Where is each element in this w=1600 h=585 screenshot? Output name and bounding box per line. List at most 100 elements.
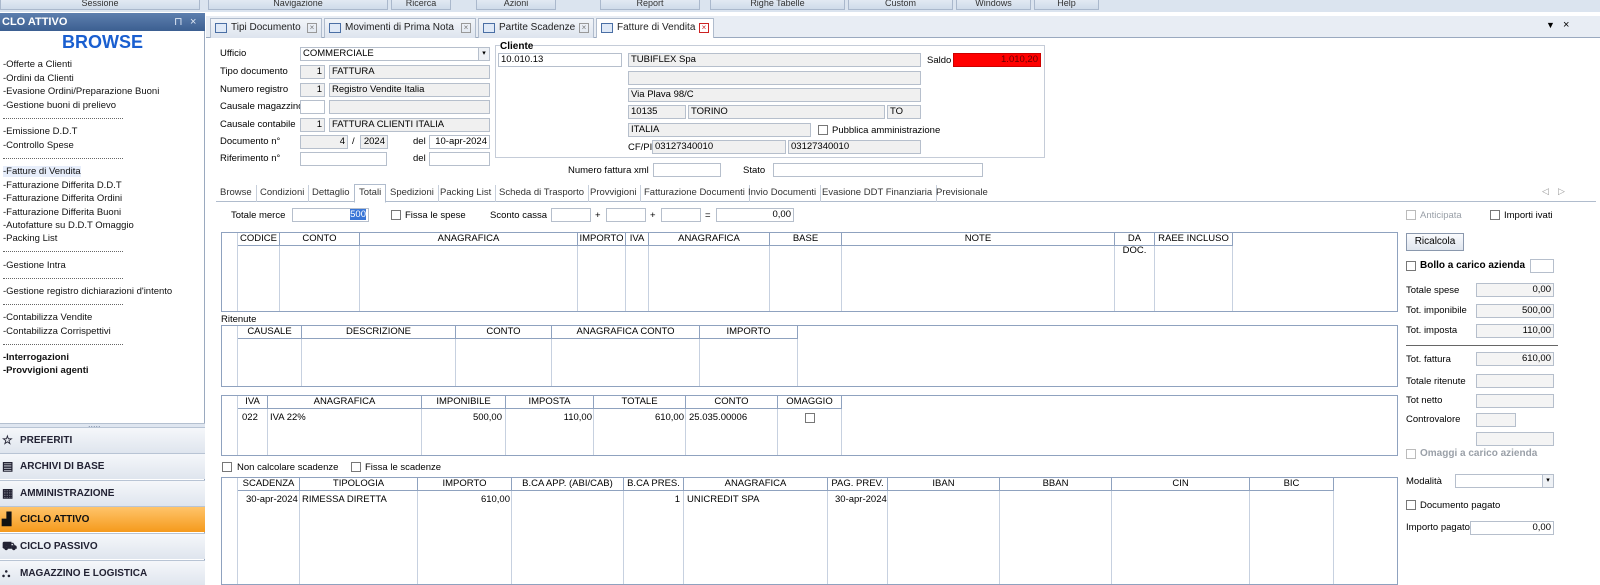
nav-item-interrogazioni[interactable]: -Interrogazioni (3, 352, 69, 363)
ritenute-grid[interactable]: CAUSALE DESCRIZIONE CONTO ANAGRAFICA CON… (221, 325, 1398, 387)
col-header[interactable]: TIPOLOGIA (300, 478, 418, 491)
sconto-input-3[interactable] (661, 208, 701, 222)
nav-item[interactable]: -Contabilizza Corrispettivi (3, 326, 111, 337)
subtab-invio[interactable]: Invio Documenti (744, 185, 822, 202)
nav-item[interactable]: -Controllo Spese (3, 140, 74, 151)
iva-grid[interactable]: IVA ANAGRAFICA IMPONIBILE IMPOSTA TOTALE… (221, 395, 1398, 456)
subtab-dettaglio[interactable]: Dettaglio (308, 185, 355, 202)
nav-item[interactable]: -Contabilizza Vendite (3, 312, 92, 323)
section-ciclo-passivo[interactable]: ⛟ CICLO PASSIVO (0, 533, 205, 559)
non-calc-checkbox[interactable] (222, 462, 232, 472)
col-header[interactable]: SCADENZA (238, 478, 300, 491)
nav-item[interactable]: -Packing List (3, 233, 57, 244)
menu-windows[interactable]: Windows (956, 0, 1031, 10)
menu-ricerca[interactable]: Ricerca (391, 0, 451, 10)
scadenze-grid[interactable]: SCADENZA TIPOLOGIA IMPORTO B.CA APP. (AB… (221, 477, 1398, 585)
rif-date-input[interactable] (429, 152, 490, 166)
col-header[interactable]: BASE (770, 233, 842, 246)
col-header[interactable]: CONTO (686, 396, 778, 409)
col-header[interactable]: DESCRIZIONE (302, 326, 456, 339)
col-header[interactable]: IMPOSTA (506, 396, 594, 409)
menu-sessione[interactable]: Sessione (0, 0, 200, 10)
tab-partite[interactable]: Partite Scadenze × (478, 18, 594, 38)
tabs-close-icon[interactable]: × (1563, 19, 1569, 31)
subtab-previsionale[interactable]: Previsionale (932, 185, 992, 202)
col-header[interactable]: CODICE (238, 233, 280, 246)
spese-grid[interactable]: CODICE CONTO ANAGRAFICA IMPORTO IVA ANAG… (221, 232, 1398, 312)
sconto-input-2[interactable] (606, 208, 646, 222)
fissa-spese-checkbox[interactable] (391, 210, 401, 220)
col-header[interactable]: IMPORTO (700, 326, 798, 339)
tab-movimenti[interactable]: Movimenti di Prima Nota × (324, 18, 476, 38)
nav-item[interactable]: -Autofatture su D.D.T Omaggio (3, 220, 134, 231)
nav-item[interactable]: -Emissione D.D.T (3, 126, 77, 137)
col-header[interactable]: IMPONIBILE (422, 396, 506, 409)
doc-date-input[interactable]: 10-apr-2024 (429, 135, 490, 149)
close-icon[interactable]: × (190, 13, 196, 31)
subtab-condizioni[interactable]: Condizioni (256, 185, 310, 202)
col-header[interactable]: CONTO (456, 326, 552, 339)
menu-help[interactable]: Help (1034, 0, 1099, 10)
nav-item[interactable]: -Evasione Ordini/Preparazione Buoni (3, 86, 159, 97)
pa-checkbox[interactable] (818, 125, 828, 135)
nav-item[interactable]: -Fatturazione Differita Buoni (3, 207, 121, 218)
nav-item-fatture-vendita[interactable]: -Fatture di Vendita (3, 166, 81, 177)
nav-item[interactable]: -Fatturazione Differita Ordini (3, 193, 122, 204)
tab-close-icon[interactable]: × (461, 23, 471, 33)
bollo-input[interactable] (1530, 259, 1554, 273)
xml-input[interactable] (653, 163, 721, 177)
nav-item[interactable]: -Gestione Intra (3, 260, 66, 271)
caus-cont-code[interactable]: 1 (300, 118, 325, 132)
col-header[interactable]: IBAN (888, 478, 1000, 491)
caus-mag-code[interactable] (300, 100, 325, 114)
subtab-browse[interactable]: Browse (216, 185, 257, 202)
menu-navigazione[interactable]: Navigazione (208, 0, 388, 10)
tab-close-icon[interactable]: × (579, 23, 589, 33)
section-archivi[interactable]: ▤ ARCHIVI DI BASE (0, 453, 205, 479)
col-header[interactable]: CIN (1112, 478, 1250, 491)
menu-report[interactable]: Report (600, 0, 700, 10)
col-header[interactable]: BIC (1250, 478, 1334, 491)
doc-pagato-checkbox[interactable] (1406, 500, 1416, 510)
col-header[interactable]: PAG. PREV. (828, 478, 888, 491)
fissa-scad-checkbox[interactable] (351, 462, 361, 472)
omaggio-checkbox[interactable] (805, 413, 815, 423)
scroll-right-icon[interactable]: ▷ (1558, 186, 1565, 197)
scroll-left-icon[interactable]: ◁ (1542, 186, 1549, 197)
stato-input[interactable] (773, 163, 983, 177)
subtab-totali[interactable]: Totali (354, 184, 387, 203)
col-header[interactable]: IMPORTO (578, 233, 626, 246)
col-header[interactable]: IVA (626, 233, 649, 246)
col-header[interactable]: ANAGRAFICA CONTO (552, 326, 700, 339)
nav-item[interactable]: -Gestione buoni di prelievo (3, 100, 116, 111)
menu-custom[interactable]: Custom (848, 0, 953, 10)
num-reg-code[interactable]: 1 (300, 83, 325, 97)
col-header[interactable]: CONTO (280, 233, 360, 246)
col-header[interactable]: NOTE (842, 233, 1115, 246)
col-header[interactable]: TOTALE (594, 396, 686, 409)
col-header[interactable]: ANAGRAFICA (360, 233, 578, 246)
section-magazzino[interactable]: ⛬ MAGAZZINO E LOGISTICA (0, 560, 205, 585)
tab-fatture-vendita[interactable]: Fatture di Vendita × (596, 18, 714, 38)
subtab-evasione[interactable]: Evasione DDT Finanziaria (818, 185, 938, 202)
subtab-trasporto[interactable]: Scheda di Trasporto (495, 185, 590, 202)
doc-year-input[interactable]: 2024 (360, 135, 388, 149)
bollo-checkbox[interactable] (1406, 261, 1416, 271)
col-header[interactable]: IMPORTO (418, 478, 512, 491)
col-header[interactable]: ANAGRAFICA (684, 478, 828, 491)
menu-righe-tabelle[interactable]: Righe Tabelle (710, 0, 845, 10)
menu-azioni[interactable]: Azioni (476, 0, 556, 10)
pin-icon[interactable]: ⊓ (174, 13, 183, 31)
nav-item[interactable]: -Fatturazione Differita D.D.T (3, 180, 122, 191)
nav-item[interactable]: -Gestione registro dichiarazioni d'inten… (3, 286, 172, 297)
col-header[interactable]: OMAGGIO (778, 396, 842, 409)
rif-input[interactable] (300, 152, 387, 166)
tipo-doc-code[interactable]: 1 (300, 65, 325, 79)
tabs-dropdown-icon[interactable]: ▼ (1546, 20, 1555, 30)
merce-input[interactable]: 500 (292, 208, 369, 222)
tab-close-icon[interactable]: × (307, 23, 317, 33)
col-header[interactable]: RAEE INCLUSO (1155, 233, 1233, 246)
col-header[interactable]: CAUSALE (238, 326, 302, 339)
modalita-select[interactable]: ▾ (1455, 474, 1554, 488)
col-header[interactable]: B.CA APP. (ABI/CAB) (512, 478, 624, 491)
